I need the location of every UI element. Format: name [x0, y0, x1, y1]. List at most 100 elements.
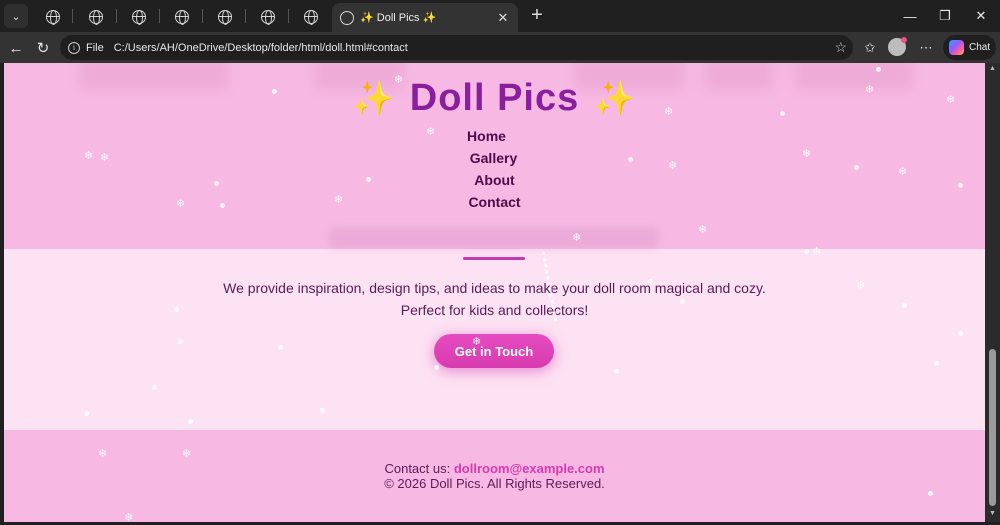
snow-dot	[780, 111, 785, 116]
snow-dot	[958, 331, 963, 336]
snowflake-icon: ❄	[98, 448, 108, 460]
globe-icon	[175, 10, 189, 25]
tab-separator	[202, 9, 203, 23]
browser-tab[interactable]	[296, 4, 326, 30]
snowflake-icon: ❄	[394, 74, 404, 86]
browser-tab[interactable]	[124, 4, 154, 30]
nav-home-link[interactable]: Home	[4, 127, 977, 149]
snowflake-icon: ❄	[572, 232, 582, 244]
page-scrollbar[interactable]: ▲ ▼	[985, 63, 1000, 522]
site-header: ✨ Doll Pics ✨ Home Gallery About Contact	[4, 63, 985, 249]
tab-separator	[288, 9, 289, 23]
snowflake-icon: ❄	[865, 84, 875, 96]
tab-separator	[72, 9, 73, 23]
blurred-section-heading	[329, 227, 659, 249]
footer-contact-label: Contact us:	[384, 461, 451, 476]
sparkle-icon: ✨	[593, 80, 637, 118]
close-window-icon[interactable]: ✕	[966, 4, 996, 28]
profile-avatar[interactable]	[888, 37, 907, 56]
favorite-star-icon[interactable]: ☆	[834, 39, 847, 56]
snow-dot	[934, 361, 939, 366]
snowflake-icon: ❄	[802, 148, 812, 160]
minimize-icon[interactable]: —	[895, 4, 925, 28]
scroll-down-arrow-icon[interactable]: ▼	[988, 510, 997, 519]
section-divider	[463, 257, 525, 260]
restore-icon[interactable]: ❐	[930, 4, 960, 28]
snow-dot	[152, 385, 157, 390]
snow-dot	[680, 299, 685, 304]
browser-toolbar: ← ↻ i File C:/Users/AH/OneDrive/Desktop/…	[0, 32, 1000, 63]
scrollbar-thumb[interactable]	[989, 349, 996, 506]
snow-dot	[366, 177, 371, 182]
browser-tab[interactable]	[210, 4, 240, 30]
snowflake-icon: ❄	[946, 94, 956, 106]
back-arrow-icon[interactable]: ←	[4, 36, 28, 60]
address-bar[interactable]: i File C:/Users/AH/OneDrive/Desktop/fold…	[60, 35, 853, 60]
scroll-up-arrow-icon[interactable]: ▲	[988, 65, 997, 74]
about-text: We provide inspiration, design tips, and…	[4, 277, 985, 321]
footer-copyright: © 2026 Doll Pics. All Rights Reserved.	[384, 476, 605, 491]
copilot-chat-button[interactable]: Chat	[943, 35, 996, 60]
snowflake-icon: ❄	[898, 166, 908, 178]
footer-text: Contact us: dollroom@example.com © 2026 …	[4, 461, 985, 491]
globe-icon	[89, 10, 103, 25]
reload-icon[interactable]: ↻	[31, 36, 55, 60]
browser-tab[interactable]	[167, 4, 197, 30]
url-text[interactable]: C:/Users/AH/OneDrive/Desktop/folder/html…	[114, 42, 408, 54]
snowflake-icon: ❄	[856, 280, 866, 292]
footer-email-link[interactable]: dollroom@example.com	[454, 461, 605, 476]
tab-separator	[159, 9, 160, 23]
browser-tab[interactable]	[81, 4, 111, 30]
browser-tab[interactable]	[38, 4, 68, 30]
snow-dot	[178, 339, 183, 344]
globe-icon	[218, 10, 232, 25]
snow-dot	[876, 67, 881, 72]
snow-dot	[272, 89, 277, 94]
snow-dot	[84, 411, 89, 416]
favorites-icon[interactable]: ✩	[858, 36, 882, 60]
snowflake-icon: ❄	[176, 198, 186, 210]
snow-dot	[174, 307, 179, 312]
about-section: We provide inspiration, design tips, and…	[4, 227, 985, 430]
tab-list-menu-button[interactable]: ⌄	[4, 4, 28, 28]
active-browser-tab[interactable]: ✨ Doll Pics ✨ ✕	[332, 3, 518, 32]
snow-dot	[804, 249, 809, 254]
info-icon[interactable]: i	[68, 41, 80, 54]
copilot-icon	[949, 40, 964, 55]
nav-contact-link[interactable]: Contact	[4, 193, 985, 215]
snow-dot	[220, 203, 225, 208]
globe-icon	[304, 10, 318, 25]
nav-gallery-link[interactable]: Gallery	[4, 149, 984, 171]
get-in-touch-button[interactable]: Get in Touch	[434, 334, 554, 368]
sparkle-icon: ✨	[352, 80, 396, 118]
snow-dot	[188, 419, 193, 424]
snow-dot	[648, 279, 653, 284]
snowflake-icon: ❄	[100, 152, 110, 164]
snow-dot	[854, 165, 859, 170]
tab-title: ✨ Doll Pics ✨	[360, 12, 437, 24]
globe-icon	[261, 10, 275, 25]
snowflake-icon: ❄	[668, 160, 678, 172]
about-paragraph-line: Perfect for kids and collectors!	[400, 302, 589, 318]
snowflake-icon: ❄	[426, 126, 436, 138]
snow-dot	[320, 408, 325, 413]
close-tab-icon[interactable]: ✕	[494, 9, 512, 27]
new-tab-button[interactable]: +	[526, 5, 548, 27]
chat-label: Chat	[969, 42, 991, 53]
browser-tab[interactable]	[253, 4, 283, 30]
globe-icon	[132, 10, 146, 25]
snow-dot	[614, 369, 619, 374]
nav-about-link[interactable]: About	[4, 171, 985, 193]
about-paragraph-line: We provide inspiration, design tips, and…	[223, 280, 766, 296]
snow-dot	[928, 491, 933, 496]
globe-icon	[46, 10, 60, 25]
snowflake-icon: ❄	[472, 336, 482, 348]
snow-dot	[278, 345, 283, 350]
snowflake-icon: ❄	[124, 512, 134, 522]
snowflake-icon: ❄	[334, 194, 344, 206]
snowflake-icon: ❄	[664, 106, 674, 118]
snow-dot	[214, 181, 219, 186]
snowflake-icon: ❄	[182, 448, 192, 460]
main-nav: Home Gallery About Contact	[4, 127, 985, 215]
more-options-icon[interactable]: ⋯	[914, 36, 938, 60]
